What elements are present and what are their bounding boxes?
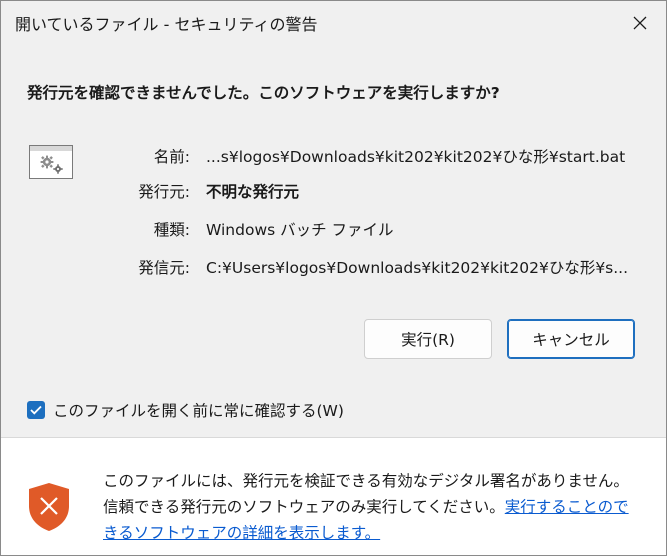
dialog-content: 発行元を確認できませんでした。このソフトウェアを実行しますか? 名前: ...s… [1,45,666,437]
publisher-value: 不明な発行元 [206,183,300,201]
info-row-type: 種類: Windows バッチ ファイル [1,218,666,240]
type-label: 種類: [153,221,190,239]
publisher-label: 発行元: [138,183,190,201]
warning-text: このファイルには、発行元を検証できる有効なデジタル署名がありません。信頼できる発… [103,468,643,546]
dialog-question: 発行元を確認できませんでした。このソフトウェアを実行しますか? [27,84,500,102]
shield-warning-icon [29,483,69,531]
close-button[interactable] [614,1,666,45]
from-label: 発信元: [138,259,190,277]
always-ask-label[interactable]: このファイルを開く前に常に確認する(W) [53,399,344,421]
always-ask-checkbox[interactable] [27,401,45,419]
security-warning-dialog: 開いているファイル - セキュリティの警告 発行元を確認できませんでした。このソ… [0,0,667,556]
info-row-publisher: 発行元: 不明な発行元 [1,180,666,202]
name-value: ...s¥logos¥Downloads¥kit202¥kit202¥ひな形¥s… [206,148,626,166]
info-row-name: 名前: ...s¥logos¥Downloads¥kit202¥kit202¥ひ… [1,145,666,167]
type-value: Windows バッチ ファイル [206,221,394,239]
info-row-from: 発信元: C:¥Users¥logos¥Downloads¥kit202¥kit… [1,256,666,278]
footer: このファイルには、発行元を検証できる有効なデジタル署名がありません。信頼できる発… [1,438,666,555]
title-bar: 開いているファイル - セキュリティの警告 [1,1,666,45]
checkmark-icon [30,405,42,415]
close-icon [633,16,647,30]
window-title: 開いているファイル - セキュリティの警告 [15,15,318,34]
name-label: 名前: [153,148,190,166]
cancel-button[interactable]: キャンセル [507,319,635,359]
run-button[interactable]: 実行(R) [364,319,492,359]
always-ask-checkbox-row[interactable]: このファイルを開く前に常に確認する(W) [27,399,344,421]
from-value: C:¥Users¥logos¥Downloads¥kit202¥kit202¥ひ… [206,259,629,277]
